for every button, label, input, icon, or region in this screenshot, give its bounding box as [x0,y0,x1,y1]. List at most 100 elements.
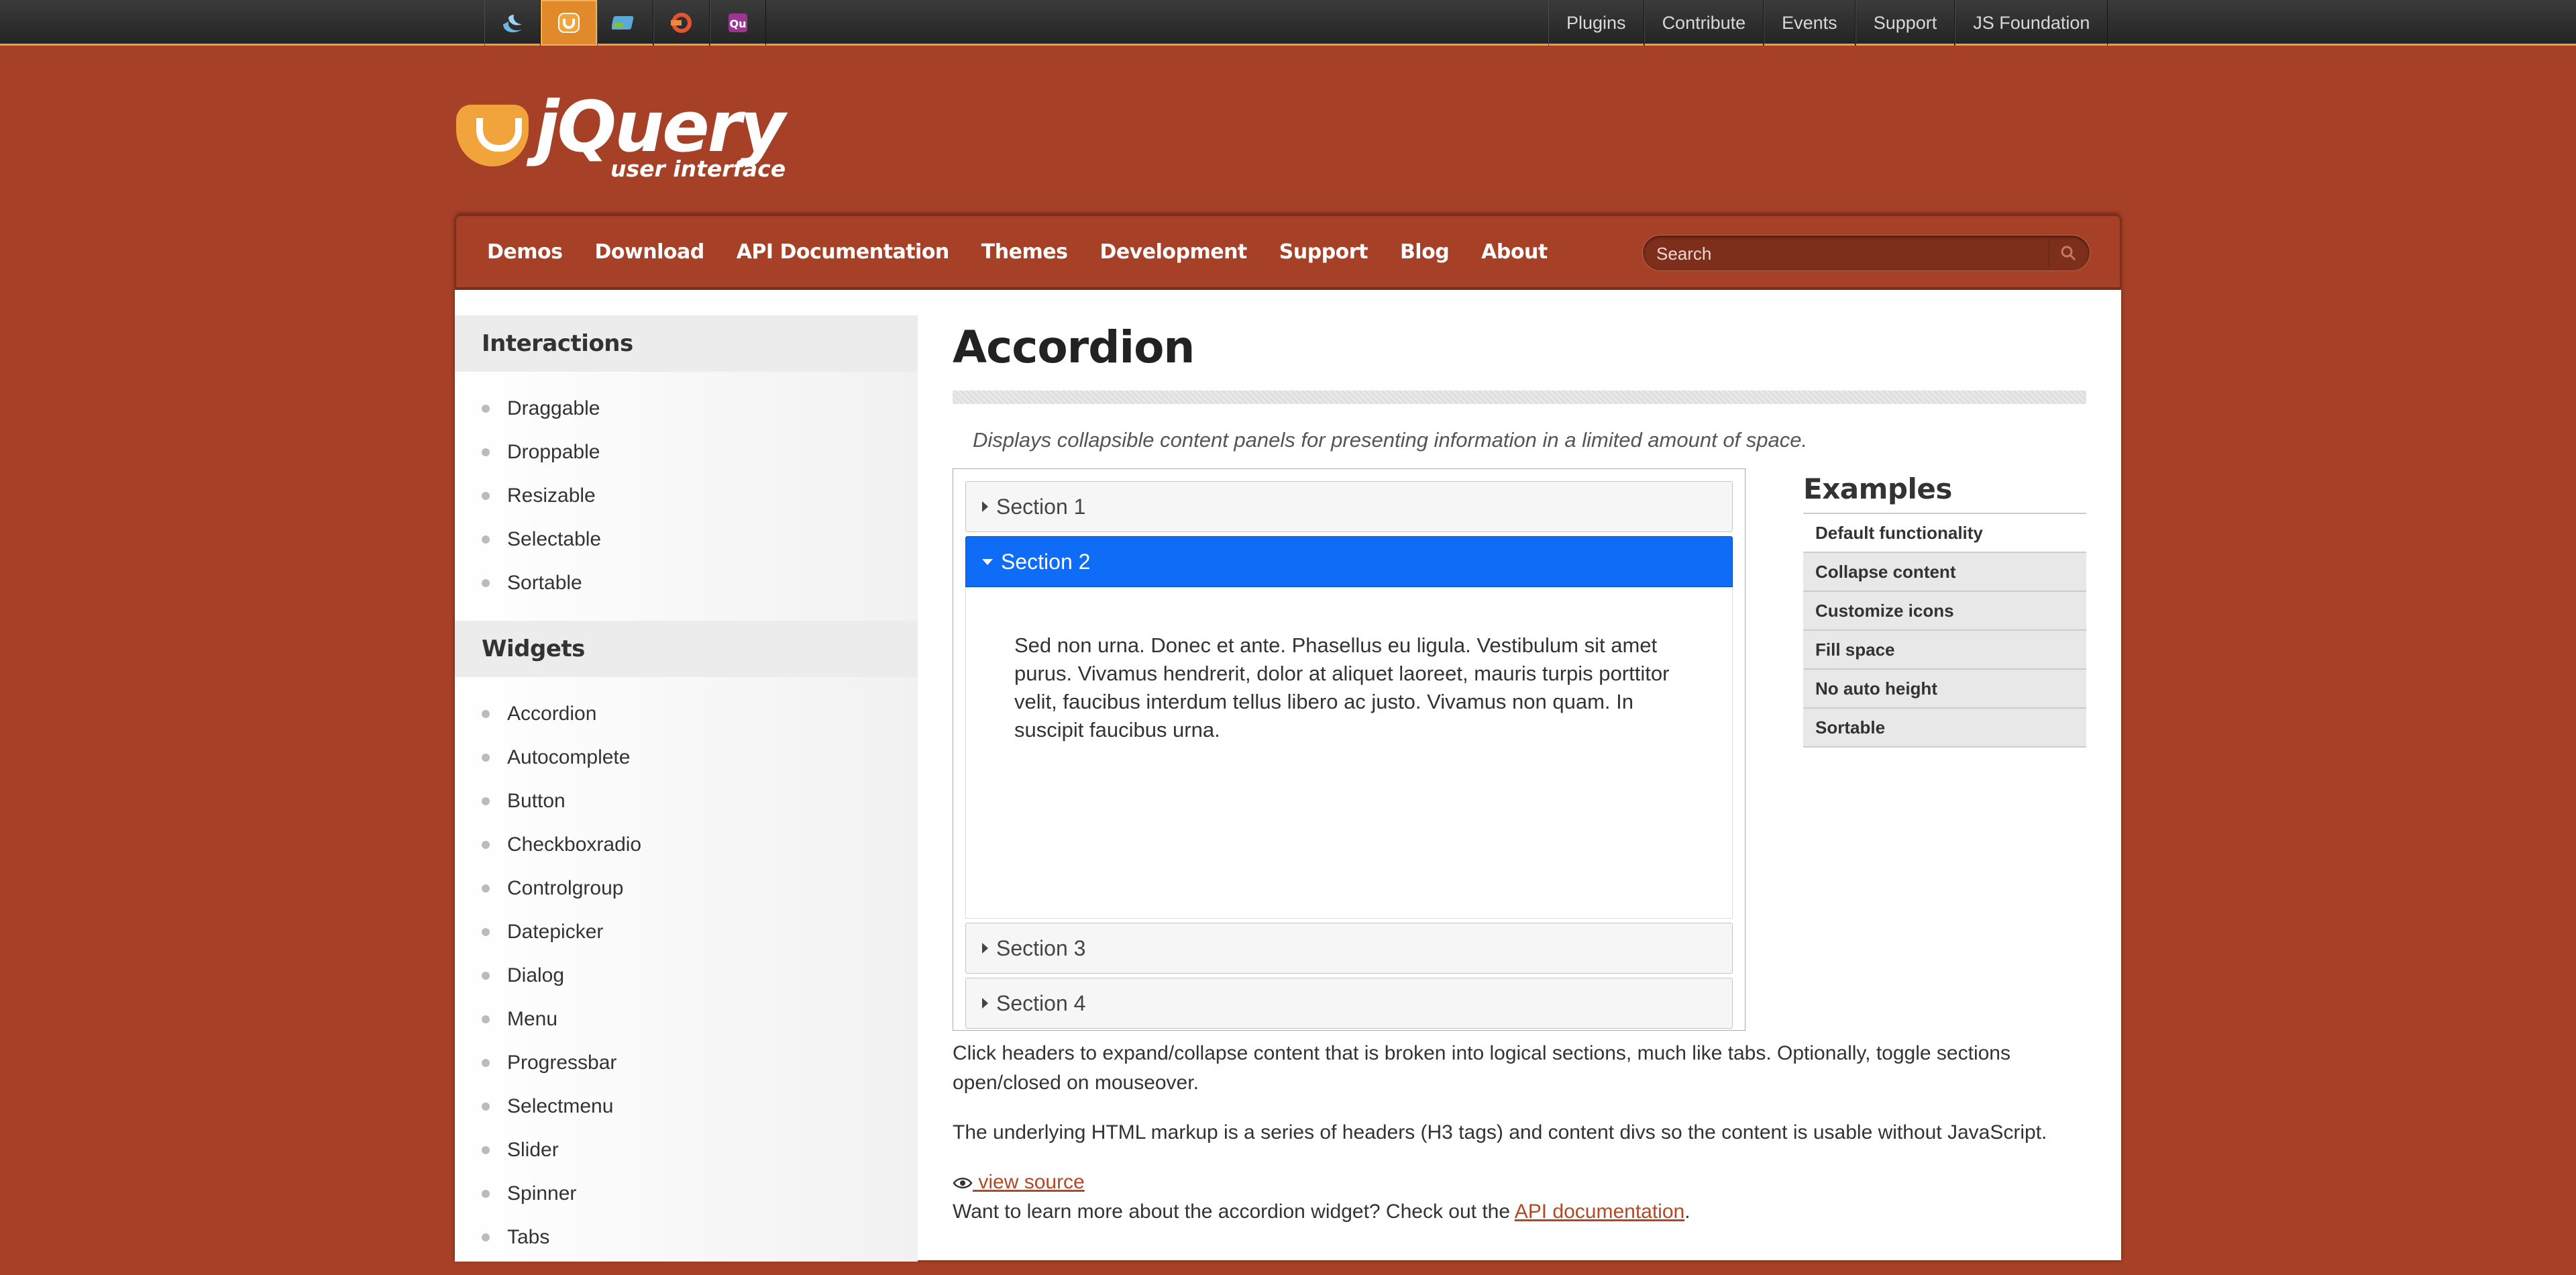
accordion-panel: Sed non urna. Donec et ante. Phasellus e… [965,587,1733,919]
sidebar-item-menu[interactable]: Menu [455,997,918,1041]
svg-text:Qu: Qu [730,17,747,30]
paragraph-markup: The underlying HTML markup is a series o… [953,1121,2047,1143]
main-navigation: Demos Download API Documentation Themes … [455,213,2121,290]
accordion-header-section-4[interactable]: Section 4 [965,978,1733,1029]
sidebar-item-autocomplete[interactable]: Autocomplete [455,735,918,779]
bullet [482,1189,490,1198]
learn-more-suffix: . [1684,1201,1690,1223]
accordion-header-label: Section 4 [996,990,1086,1015]
accordion-header-label: Section 2 [1001,549,1091,574]
main-frame: Demos Download API Documentation Themes … [455,213,2121,1262]
title-divider [953,391,2086,404]
api-documentation-link[interactable]: API documentation [1515,1201,1685,1223]
sidebar-item-button[interactable]: Button [455,779,918,823]
site-link-events[interactable]: Events [1764,0,1856,46]
sidebar-item-tabs[interactable]: Tabs [455,1215,918,1259]
nav-item-demos[interactable]: Demos [487,240,563,264]
accordion-header-section-1[interactable]: Section 1 [965,481,1733,532]
logo-mark-icon [456,105,529,166]
bullet [482,1233,490,1241]
sidebar-item-label: Tabs [507,1225,550,1248]
nav-item-support[interactable]: Support [1279,240,1368,264]
bullet [482,1102,490,1111]
search-button[interactable] [2049,238,2087,268]
logo-subtitle: user interface [610,156,786,182]
bullet [482,971,490,980]
sidebar-item-controlgroup[interactable]: Controlgroup [455,866,918,910]
bullet [482,404,490,413]
nav-item-themes[interactable]: Themes [981,240,1068,264]
triangle-right-icon [982,943,988,954]
sidebar-item-label: Slider [507,1138,559,1161]
learn-more-text: Want to learn more about the accordion w… [953,1201,1515,1223]
bullet [482,1145,490,1154]
nav-item-development[interactable]: Development [1099,240,1247,264]
site-link-contribute[interactable]: Contribute [1644,0,1764,46]
jquery-icon [503,15,522,33]
sidebar-item-droppable[interactable]: Droppable [455,430,918,474]
site-link-support[interactable]: Support [1855,0,1955,46]
search-icon [2061,246,2076,261]
sidebar-item-spinner[interactable]: Spinner [455,1172,918,1215]
view-source-link[interactable]: view source [953,1171,1085,1193]
bullet [482,927,490,936]
sidebar-item-datepicker[interactable]: Datepicker [455,910,918,954]
example-fill-space[interactable]: Fill space [1803,631,2086,670]
sidebar-item-progressbar[interactable]: Progressbar [455,1041,918,1084]
jquery-ui-logo[interactable]: jQuery user interface [456,86,805,188]
bullet [482,753,490,762]
accordion-header-section-3[interactable]: Section 3 [965,923,1733,974]
project-tab-qunit[interactable]: Qu [710,0,766,46]
nav-item-api-documentation[interactable]: API Documentation [737,240,950,264]
nav-item-download[interactable]: Download [594,240,704,264]
site-link-js-foundation[interactable]: JS Foundation [1955,0,2108,46]
sidebar-list-interactions: Draggable Droppable Resizable Selectable… [455,372,918,621]
nav-item-blog[interactable]: Blog [1400,240,1450,264]
global-topbar: Qu Plugins Contribute Events Support JS … [0,0,2576,46]
sidebar-item-selectmenu[interactable]: Selectmenu [455,1084,918,1128]
sidebar-item-label: Selectable [507,527,602,550]
accordion-header-label: Section 3 [996,935,1086,960]
project-tab-jquery[interactable] [484,0,541,46]
jquery-mobile-icon [612,16,634,30]
sidebar-item-slider[interactable]: Slider [455,1128,918,1172]
search-box [1642,235,2090,271]
bullet [482,1015,490,1023]
project-tab-jquery-mobile[interactable] [597,0,653,46]
example-sortable[interactable]: Sortable [1803,709,2086,748]
sidebar-item-label: Resizable [507,484,596,507]
examples-title: Examples [1803,468,2086,514]
sidebar-item-dialog[interactable]: Dialog [455,954,918,997]
example-default-functionality[interactable]: Default functionality [1803,514,2086,553]
triangle-down-icon [982,558,993,565]
sidebar-item-label: Menu [507,1007,558,1030]
sidebar-item-selectable[interactable]: Selectable [455,517,918,561]
sidebar-item-label: Draggable [507,397,600,419]
project-tab-sizzle[interactable] [653,0,710,46]
accordion-header-section-2[interactable]: Section 2 [965,536,1733,587]
bullet [482,797,490,805]
sizzle-icon [671,13,692,33]
sidebar-item-label: Progressbar [507,1051,617,1074]
sidebar-item-resizable[interactable]: Resizable [455,474,918,517]
sidebar-heading-interactions: Interactions [455,315,918,372]
nav-item-about[interactable]: About [1481,240,1548,264]
accordion-header-label: Section 1 [996,494,1086,519]
site-link-plugins[interactable]: Plugins [1548,0,1644,46]
demo-frame: Section 1 Section 2 Sed non urna. Donec … [953,468,1746,1031]
sidebar-item-draggable[interactable]: Draggable [455,387,918,430]
bullet [482,535,490,544]
sidebar-item-label: Datepicker [507,920,604,943]
sidebar-item-accordion[interactable]: Accordion [455,692,918,735]
example-customize-icons[interactable]: Customize icons [1803,592,2086,631]
sidebar-item-label: Dialog [507,964,565,986]
sidebar-item-sortable[interactable]: Sortable [455,561,918,605]
example-collapse-content[interactable]: Collapse content [1803,553,2086,592]
example-no-auto-height[interactable]: No auto height [1803,670,2086,709]
view-source-row: view source [953,1168,2086,1197]
sidebar-item-label: Checkboxradio [507,833,642,856]
sidebar-list-widgets: Accordion Autocomplete Button Checkboxra… [455,677,918,1275]
sidebar-item-checkboxradio[interactable]: Checkboxradio [455,823,918,866]
project-tab-jquery-ui[interactable] [541,0,597,46]
search-input[interactable] [1655,240,2047,268]
